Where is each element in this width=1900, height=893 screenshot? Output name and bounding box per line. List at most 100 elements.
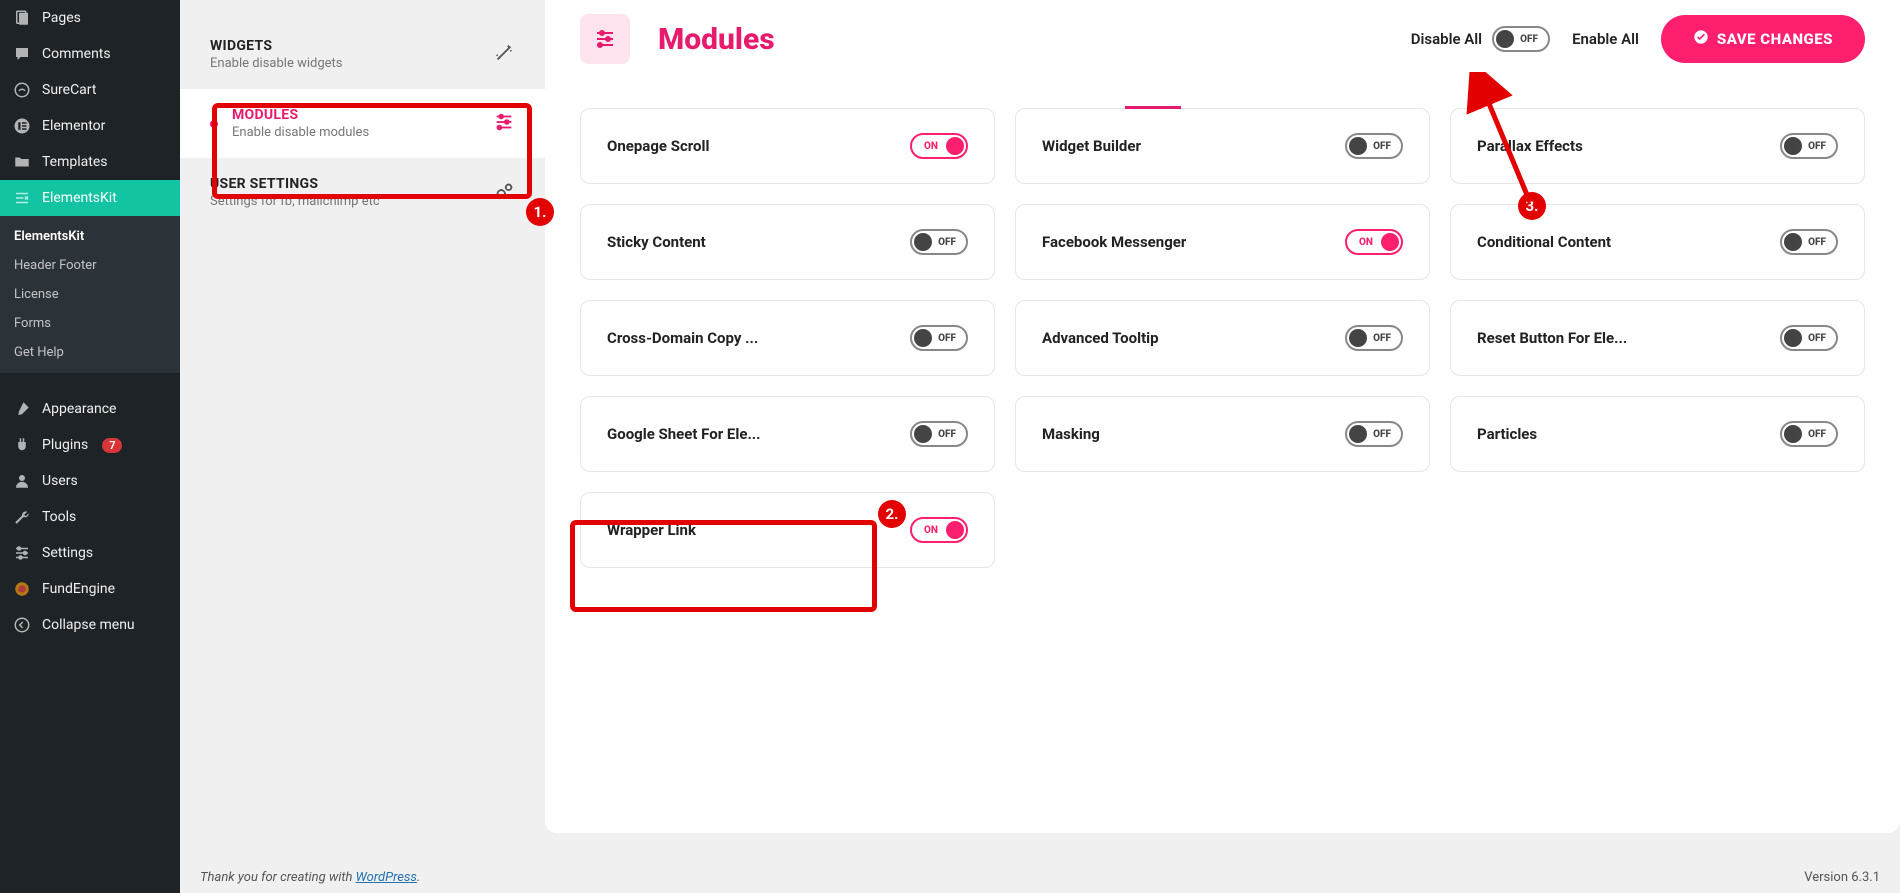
sidebar-label: Users <box>42 473 78 489</box>
active-dot <box>210 120 218 128</box>
sidebar-item-settings[interactable]: Settings <box>0 535 180 571</box>
sidebar-label: Tools <box>42 509 76 525</box>
module-toggle[interactable]: ON <box>910 133 968 159</box>
panel-header: Modules Disable All OFF Enable All SAVE … <box>545 0 1900 78</box>
sidebar-item-appearance[interactable]: Appearance <box>0 391 180 427</box>
sidebar-item-elementor[interactable]: Elementor <box>0 108 180 144</box>
tab-subtitle: Settings for fb, mailchimp etc <box>210 194 380 209</box>
elementor-icon <box>12 116 32 136</box>
footer-thanks: Thank you for creating with WordPress. <box>200 870 420 885</box>
sidebar-subitem-forms[interactable]: Forms <box>0 309 180 338</box>
pages-icon <box>12 8 32 28</box>
admin-sidebar: Pages Comments SureCart Elementor Templates E… <box>0 0 180 893</box>
annotation-number-1: 1. <box>526 198 554 226</box>
settings-tab-modules[interactable]: MODULESEnable disable modules <box>180 89 545 158</box>
module-card-parallax-effects: Parallax EffectsOFF <box>1450 108 1865 184</box>
sidebar-item-templates[interactable]: Templates <box>0 144 180 180</box>
module-card-widget-builder: Widget BuilderOFF <box>1015 108 1430 184</box>
module-name: Facebook Messenger <box>1042 233 1186 251</box>
sidebar-item-tools[interactable]: Tools <box>0 499 180 535</box>
surecart-icon <box>12 80 32 100</box>
sidebar-subitem-header-footer[interactable]: Header Footer <box>0 251 180 280</box>
wp-version: Version 6.3.1 <box>1804 870 1880 885</box>
module-toggle[interactable]: OFF <box>1780 229 1838 255</box>
sidebar-label: Pages <box>42 10 81 26</box>
module-card-google-sheet-for-ele-: Google Sheet For Ele... OFF <box>580 396 995 472</box>
module-toggle[interactable]: OFF <box>910 229 968 255</box>
save-changes-button[interactable]: SAVE CHANGES <box>1661 15 1865 63</box>
sidebar-subitem-elementskit[interactable]: ElementsKit <box>0 222 180 251</box>
module-card-sticky-content: Sticky Content OFF <box>580 204 995 280</box>
sidebar-item-surecart[interactable]: SureCart <box>0 72 180 108</box>
folder-icon <box>12 152 32 172</box>
sidebar-label: Elementor <box>42 118 105 134</box>
sidebar-label: ElementsKit <box>42 190 117 206</box>
module-toggle[interactable]: OFF <box>1345 325 1403 351</box>
wordpress-link[interactable]: WordPress <box>356 870 417 885</box>
module-card-conditional-content: Conditional Content OFF <box>1450 204 1865 280</box>
sidebar-item-fundengine[interactable]: FundEngine <box>0 571 180 607</box>
annotation-number-2: 2. <box>878 500 906 528</box>
module-name: Wrapper Link <box>607 521 696 539</box>
module-name: Google Sheet For Ele... <box>607 425 761 443</box>
comment-icon <box>12 44 32 64</box>
sliders-icon <box>580 14 630 64</box>
module-toggle[interactable]: OFF <box>1780 325 1838 351</box>
sidebar-item-elementskit[interactable]: ElementsKit <box>0 180 180 216</box>
disable-all-label: Disable All <box>1411 30 1482 48</box>
modules-panel: Modules Disable All OFF Enable All SAVE … <box>545 0 1900 833</box>
settings-icon <box>12 543 32 563</box>
sidebar-item-plugins[interactable]: Plugins7 <box>0 427 180 463</box>
annotation-number-3: 3. <box>1518 192 1546 220</box>
module-toggle[interactable]: OFF <box>1780 133 1838 159</box>
module-toggle[interactable]: OFF <box>1345 133 1403 159</box>
sidebar-subitem-license[interactable]: License <box>0 280 180 309</box>
module-card-cross-domain-copy-: Cross-Domain Copy ...OFF <box>580 300 995 376</box>
settings-tab-widgets[interactable]: WIDGETSEnable disable widgets <box>180 20 545 89</box>
active-tab-underline <box>1125 106 1181 109</box>
plugin-icon <box>12 435 32 455</box>
sidebar-label: Comments <box>42 46 111 62</box>
check-icon <box>1693 29 1709 49</box>
sidebar-item-users[interactable]: Users <box>0 463 180 499</box>
ek-icon <box>12 188 32 208</box>
collapse-icon <box>12 615 32 635</box>
module-grid: Onepage Scroll ON Widget BuilderOFF Paralla… <box>545 78 1900 588</box>
update-badge: 7 <box>102 438 122 453</box>
module-toggle[interactable]: OFF <box>1780 421 1838 447</box>
module-name: Particles <box>1477 425 1537 443</box>
settings-tab-user-settings[interactable]: USER SETTINGS Settings for fb, mailchimp … <box>180 158 545 227</box>
sidebar-label: Collapse menu <box>42 617 135 633</box>
sidebar-item-collapse-menu[interactable]: Collapse menu <box>0 607 180 643</box>
enable-all-label: Enable All <box>1572 30 1639 48</box>
module-card-particles: Particles OFF <box>1450 396 1865 472</box>
sidebar-item-pages[interactable]: Pages <box>0 0 180 36</box>
sidebar-label: Templates <box>42 154 108 170</box>
module-card-masking: MaskingOFF <box>1015 396 1430 472</box>
admin-footer: Thank you for creating with WordPress. V… <box>200 870 1880 885</box>
disable-all-group[interactable]: Disable All OFF <box>1411 26 1550 52</box>
enable-all-group[interactable]: Enable All <box>1572 30 1639 48</box>
module-toggle[interactable]: OFF <box>1345 421 1403 447</box>
sidebar-subitem-get-help[interactable]: Get Help <box>0 338 180 367</box>
module-toggle[interactable]: OFF <box>910 325 968 351</box>
module-name: Conditional Content <box>1477 233 1611 251</box>
fund-icon <box>12 579 32 599</box>
settings-tabs-column: WIDGETSEnable disable widgetsMODULESEnab… <box>180 0 545 893</box>
module-name: Reset Button For Ele... <box>1477 329 1627 347</box>
sidebar-label: Settings <box>42 545 93 561</box>
module-toggle[interactable]: OFF <box>910 421 968 447</box>
module-toggle[interactable]: ON <box>910 517 968 543</box>
tab-title: USER SETTINGS <box>210 176 380 192</box>
module-toggle[interactable]: ON <box>1345 229 1403 255</box>
module-name: Sticky Content <box>607 233 706 251</box>
disable-all-toggle[interactable]: OFF <box>1492 26 1550 52</box>
sidebar-item-comments[interactable]: Comments <box>0 36 180 72</box>
panel-title: Modules <box>658 22 775 57</box>
user-icon <box>12 471 32 491</box>
tab-title: WIDGETS <box>210 38 343 54</box>
module-name: Onepage Scroll <box>607 137 709 155</box>
module-card-facebook-messenger: Facebook Messenger ON <box>1015 204 1430 280</box>
gears-icon <box>493 180 515 206</box>
sidebar-submenu: ElementsKitHeader FooterLicenseFormsGet … <box>0 216 180 373</box>
